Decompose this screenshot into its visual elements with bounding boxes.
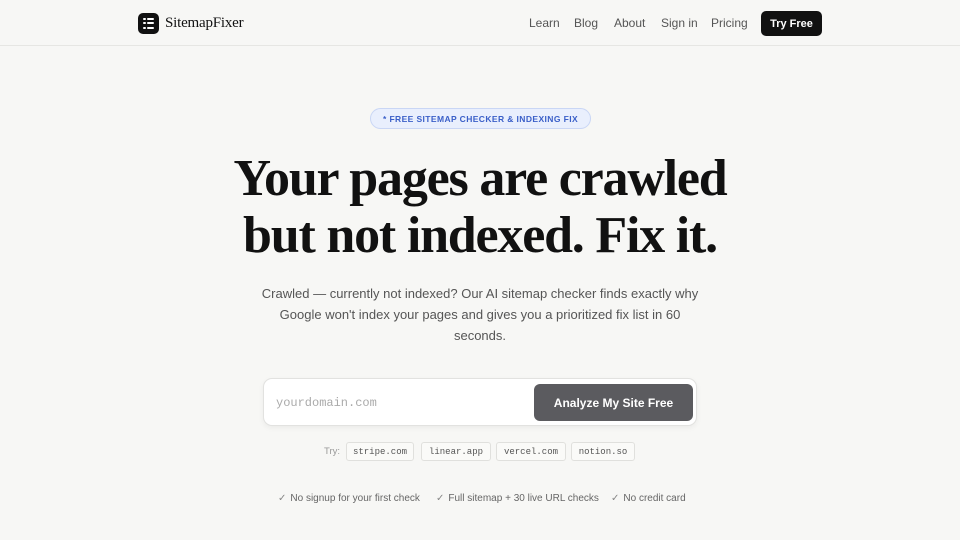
list-icon [138, 12, 159, 34]
analyze-button[interactable]: Analyze My Site Free [534, 384, 693, 421]
check-icon: ✓ [436, 493, 445, 504]
headline-line-2: but not indexed. Fix it. [243, 207, 718, 264]
domain-search-form: Analyze My Site Free [263, 378, 697, 426]
example-chip-linear[interactable]: linear.app [421, 442, 491, 461]
nav-learn[interactable]: Learn [529, 16, 560, 30]
examples-label: Try: [324, 446, 341, 457]
nav-pricing[interactable]: Pricing [711, 16, 748, 30]
hero-badge: * FREE SITEMAP CHECKER & INDEXING FIX [370, 108, 591, 129]
example-chip-vercel[interactable]: vercel.com [496, 442, 566, 461]
page-title: Your pages are crawled but not indexed. … [180, 150, 780, 264]
nav-sign-in[interactable]: Sign in [661, 16, 698, 30]
feature-label: No signup for your first check [290, 493, 420, 504]
headline-line-1: Your pages are crawled [233, 150, 727, 207]
feature-no-credit-card: ✓ No credit card [611, 493, 686, 504]
site-header: SitemapFixer Learn Blog About Sign in Pr… [0, 0, 960, 46]
brand-name: SitemapFixer [165, 14, 244, 31]
feature-no-signup: ✓ No signup for your first check [278, 493, 420, 504]
try-free-button[interactable]: Try Free [761, 11, 822, 36]
feature-label: Full sitemap + 30 live URL checks [448, 493, 599, 504]
nav-about[interactable]: About [614, 16, 645, 30]
check-icon: ✓ [611, 493, 620, 504]
hero-subtext: Crawled — currently not indexed? Our AI … [261, 286, 699, 343]
feature-label: No credit card [623, 493, 686, 504]
example-chip-stripe[interactable]: stripe.com [346, 442, 414, 461]
check-icon: ✓ [278, 493, 287, 504]
feature-full-sitemap: ✓ Full sitemap + 30 live URL checks [436, 493, 599, 504]
logo[interactable]: SitemapFixer [138, 12, 244, 34]
domain-input[interactable] [276, 391, 526, 415]
example-chip-notion[interactable]: notion.so [571, 442, 635, 461]
nav-blog[interactable]: Blog [574, 16, 598, 30]
